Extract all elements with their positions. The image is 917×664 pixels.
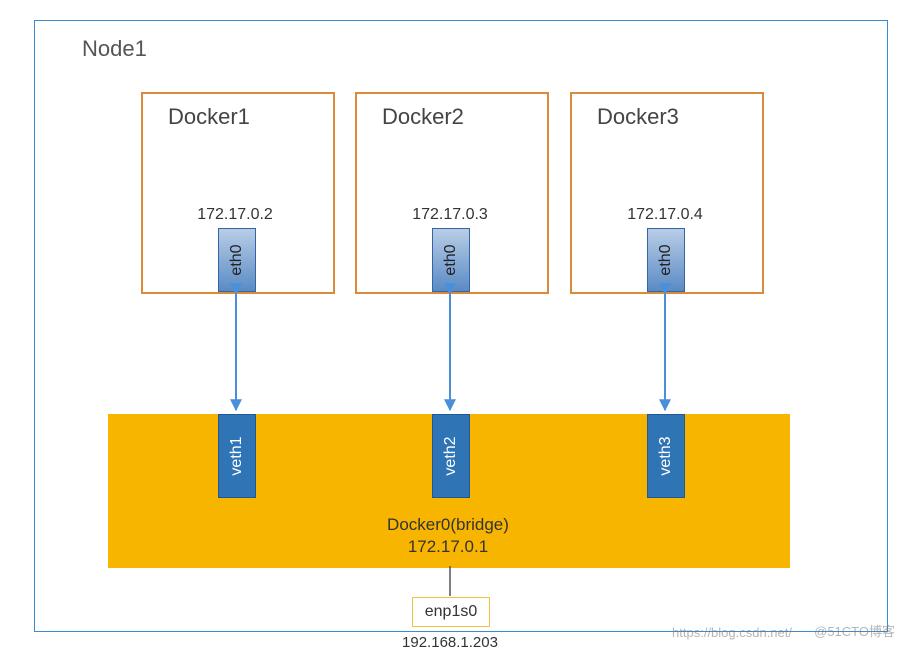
- veth2-box: veth2: [432, 414, 470, 498]
- docker1-ip: 172.17.0.2: [180, 206, 290, 224]
- veth1-label: veth1: [228, 436, 246, 475]
- node-title: Node1: [82, 36, 147, 62]
- docker3-eth0: eth0: [647, 228, 685, 292]
- bridge-name: Docker0(bridge): [348, 514, 548, 536]
- bridge-ip: 172.17.0.1: [348, 536, 548, 558]
- diagram-canvas: Node1 Docker1 172.17.0.2 eth0 Docker2 17…: [0, 0, 917, 664]
- docker1-eth0: eth0: [218, 228, 256, 292]
- docker1-eth0-label: eth0: [228, 244, 246, 275]
- host-interface-box: enp1s0: [412, 597, 490, 627]
- bridge-label: Docker0(bridge) 172.17.0.1: [348, 514, 548, 558]
- docker2-ip: 172.17.0.3: [395, 206, 505, 224]
- watermark-tag: @51CTO博客: [814, 621, 895, 640]
- docker1-title: Docker1: [168, 104, 250, 130]
- veth3-box: veth3: [647, 414, 685, 498]
- watermark-blog: https://blog.csdn.net/: [672, 625, 792, 640]
- veth1-box: veth1: [218, 414, 256, 498]
- host-interface-ip: 192.168.1.203: [390, 634, 510, 651]
- docker3-eth0-label: eth0: [657, 244, 675, 275]
- veth2-label: veth2: [442, 436, 460, 475]
- veth3-label: veth3: [657, 436, 675, 475]
- docker3-title: Docker3: [597, 104, 679, 130]
- docker2-eth0-label: eth0: [442, 244, 460, 275]
- docker2-eth0: eth0: [432, 228, 470, 292]
- docker3-ip: 172.17.0.4: [610, 206, 720, 224]
- docker2-title: Docker2: [382, 104, 464, 130]
